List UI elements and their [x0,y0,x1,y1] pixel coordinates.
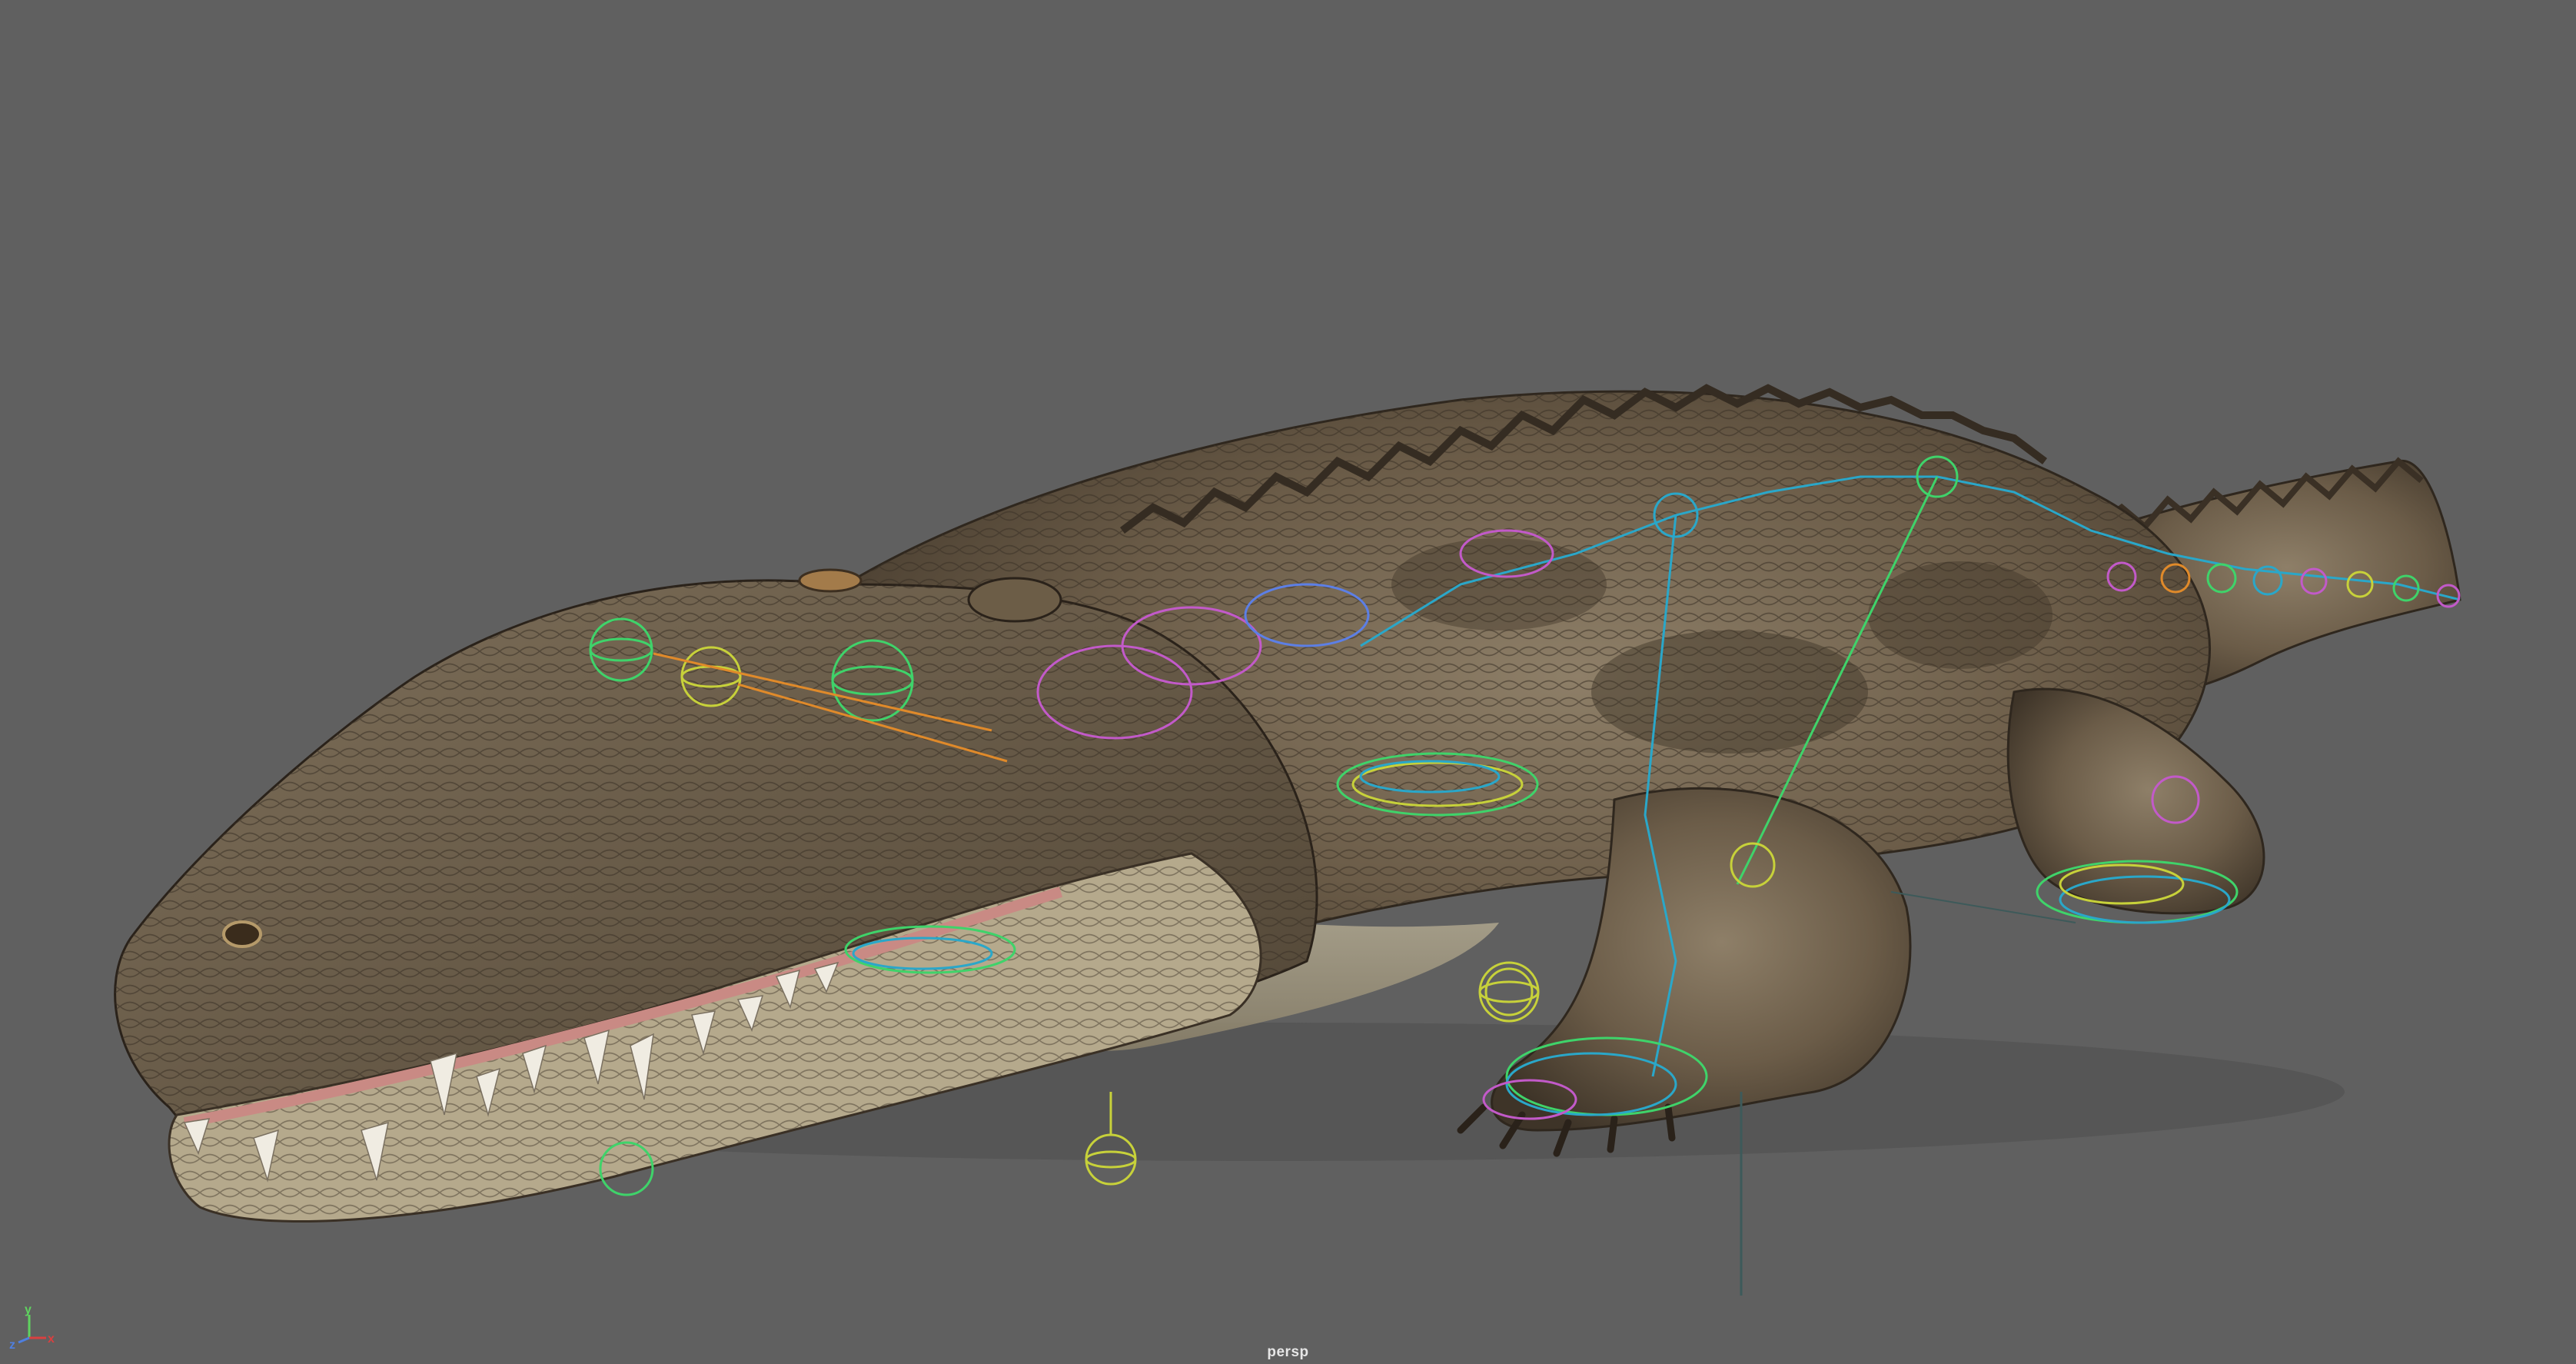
elbow-locator[interactable] [1484,967,1534,1016]
crocodile-scene[interactable] [0,0,2576,1364]
camera-name-label: persp [1267,1344,1309,1360]
skin-mottle [1391,538,1607,630]
crocodile-nostril [798,568,863,593]
z-axis-line [18,1336,30,1344]
y-axis-label: y [25,1304,32,1316]
skin-mottle [1591,630,1868,754]
front-foot-control[interactable] [1478,961,1540,1023]
crocodile-eye [222,920,262,948]
view-axis-gizmo: y x z [9,1304,55,1350]
front-foot-control[interactable] [1478,980,1540,1003]
crocodile-eye-ridge [967,577,1062,623]
skin-mottle [1868,561,2052,669]
maya-perspective-viewport[interactable]: y x z persp [0,0,2576,1364]
